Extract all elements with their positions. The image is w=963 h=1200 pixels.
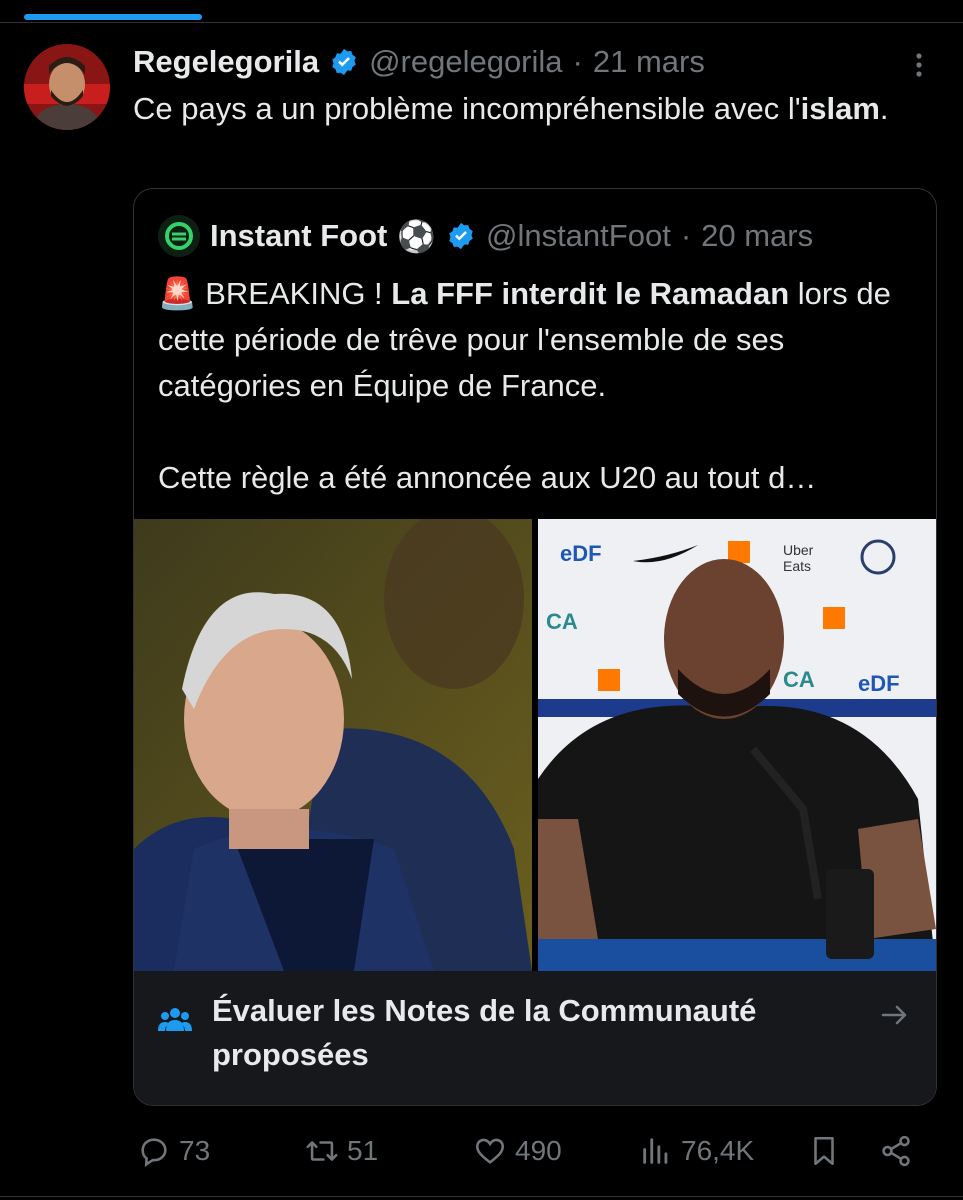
quoted-meta-separator: · — [680, 218, 692, 253]
like-count: 490 — [515, 1135, 562, 1166]
svg-text:CA: CA — [546, 609, 578, 634]
svg-text:CA: CA — [783, 667, 815, 692]
people-icon — [158, 1005, 192, 1033]
tab-indicator — [24, 14, 202, 20]
heart-icon — [475, 1138, 505, 1164]
top-divider — [0, 22, 963, 23]
quoted-handle[interactable]: @lnstantFoot — [486, 218, 671, 254]
bookmark-icon — [814, 1136, 834, 1166]
soccer-ball-icon: ⚽ — [397, 218, 436, 254]
views-button[interactable]: 76,4K — [639, 1128, 754, 1174]
tweet-date[interactable]: 21 mars — [593, 44, 705, 80]
photo-coach-right[interactable]: eDF Uber Eats CA CA eDF — [538, 519, 936, 971]
community-notes-bar[interactable]: Évaluer les Notes de la Communauté propo… — [134, 971, 936, 1105]
arrow-right-icon[interactable] — [879, 999, 911, 1031]
quoted-media[interactable]: eDF Uber Eats CA CA eDF — [134, 519, 936, 971]
quoted-date[interactable]: 20 mars — [701, 218, 813, 254]
quoted-text: 🚨 BREAKING ! La FFF interdit le Ramadan … — [158, 271, 918, 501]
quoted-text-bold: La FFF interdit le Ramadan — [391, 276, 790, 311]
views-icon — [643, 1138, 668, 1164]
quoted-tweet[interactable]: Instant Foot ⚽ @lnstantFoot · 20 mars 🚨 … — [133, 188, 937, 1106]
reply-count: 73 — [179, 1135, 211, 1166]
views-count: 76,4K — [681, 1135, 755, 1166]
bottom-divider — [0, 1196, 963, 1197]
svg-text:eDF: eDF — [560, 541, 602, 566]
quoted-header: Instant Foot ⚽ @lnstantFoot · 20 mars — [158, 211, 813, 261]
reply-button[interactable]: 73 — [137, 1128, 210, 1174]
svg-text:Eats: Eats — [783, 558, 811, 574]
avatar[interactable] — [24, 44, 110, 130]
quoted-verified-badge-icon — [446, 221, 476, 251]
quoted-display-name[interactable]: Instant Foot — [210, 218, 387, 254]
like-button[interactable]: 490 — [473, 1128, 562, 1174]
share-icon — [882, 1135, 910, 1167]
tweet-text-bold: islam — [800, 91, 880, 126]
repost-count: 51 — [347, 1135, 379, 1166]
photo-coach-left[interactable] — [134, 519, 532, 971]
community-notes-label[interactable]: Évaluer les Notes de la Communauté propo… — [212, 989, 832, 1077]
bookmark-button[interactable] — [807, 1128, 841, 1174]
quoted-paragraph-1: 🚨 BREAKING ! La FFF interdit le Ramadan … — [158, 271, 918, 409]
quoted-avatar[interactable] — [158, 215, 200, 257]
reply-icon — [141, 1138, 167, 1167]
tweet-text-part1: Ce pays a un problème incompréhensible a… — [133, 91, 801, 126]
tweet-actions: 73 51 490 76,4K — [133, 1128, 933, 1174]
author-display-name[interactable]: Regelegorila — [133, 44, 319, 80]
meta-separator: · — [572, 44, 583, 79]
svg-text:Uber: Uber — [783, 542, 814, 558]
tweet-text: Ce pays a un problème incompréhensible a… — [133, 86, 923, 132]
tweet-text-part2: . — [879, 91, 889, 126]
svg-text:eDF: eDF — [858, 671, 900, 696]
quoted-text-lead: BREAKING ! — [205, 276, 392, 311]
share-button[interactable] — [879, 1128, 913, 1174]
siren-icon: 🚨 — [158, 276, 197, 311]
more-options-icon[interactable] — [906, 50, 932, 80]
author-handle[interactable]: @regelegorila — [369, 44, 562, 80]
repost-button[interactable]: 51 — [305, 1128, 378, 1174]
quoted-paragraph-2: Cette règle a été annoncée aux U20 au to… — [158, 460, 817, 495]
verified-badge-icon — [329, 47, 359, 77]
tweet-header: Regelegorila @regelegorila · 21 mars — [133, 40, 705, 84]
repost-icon — [306, 1141, 338, 1161]
